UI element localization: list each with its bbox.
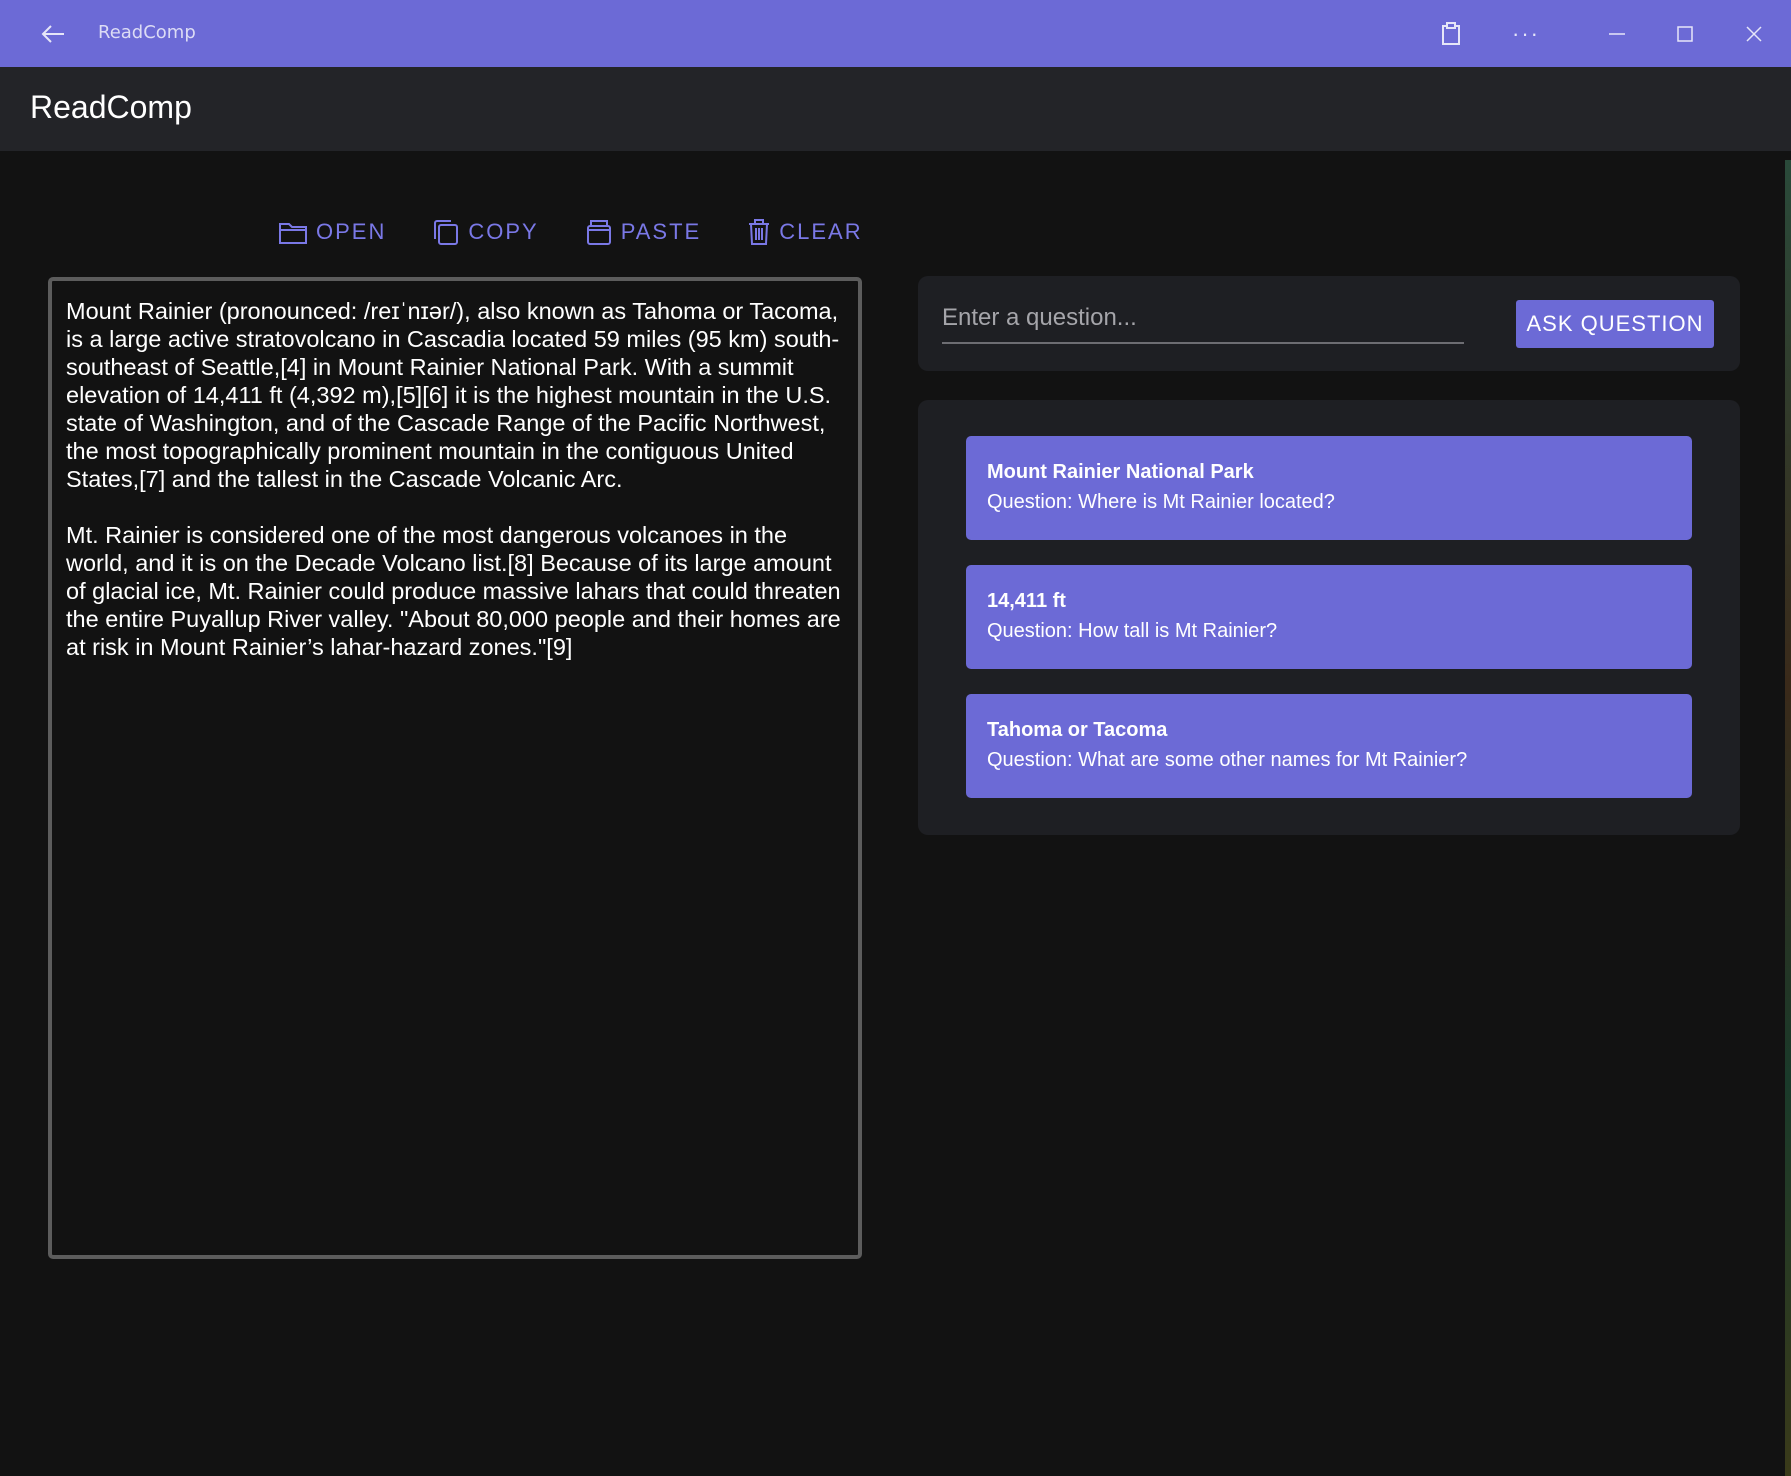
- answer-card[interactable]: Mount Rainier National Park Question: Wh…: [966, 436, 1692, 540]
- trash-icon: [749, 219, 770, 245]
- maximize-button[interactable]: [1665, 18, 1705, 50]
- copy-label: COPY: [468, 219, 539, 244]
- question-input[interactable]: [942, 296, 1464, 340]
- question-input-wrapper: [942, 296, 1464, 344]
- question-text: Question: Where is Mt Rainier located?: [987, 491, 1335, 513]
- app-header: ReadComp: [0, 67, 1791, 151]
- question-text: Question: How tall is Mt Rainier?: [987, 620, 1278, 642]
- clipboard-button[interactable]: [1431, 18, 1471, 50]
- question-panel: ASK QUESTION: [918, 276, 1740, 371]
- answer-card[interactable]: 14,411 ft Question: How tall is Mt Raini…: [966, 565, 1692, 669]
- title-bar: ReadComp ···: [0, 0, 1791, 67]
- more-label: ···: [1512, 21, 1540, 46]
- close-button[interactable]: [1734, 18, 1774, 50]
- passage-textbox[interactable]: Mount Rainier (pronounced: /reɪˈnɪər/), …: [48, 277, 862, 1259]
- minimize-button[interactable]: [1597, 18, 1637, 50]
- minimize-icon: [1609, 33, 1625, 35]
- folder-icon: [279, 223, 307, 244]
- paste-button[interactable]: PASTE: [585, 218, 702, 246]
- back-button[interactable]: [37, 18, 69, 50]
- answer-card[interactable]: Tahoma or Tacoma Question: What are some…: [966, 694, 1692, 798]
- app-window: ReadComp ··· ReadComp OPEN COPY PASTE CL…: [0, 0, 1791, 1476]
- paste-icon: [586, 220, 611, 245]
- open-label: OPEN: [316, 219, 387, 244]
- answer-text: Mount Rainier National Park: [987, 461, 1254, 483]
- window-edge: [1785, 160, 1791, 1476]
- copy-button[interactable]: COPY: [432, 218, 538, 246]
- more-options-button[interactable]: ···: [1506, 18, 1546, 50]
- arrow-left-icon: [41, 25, 64, 43]
- copy-icon: [434, 220, 459, 245]
- paste-label: PASTE: [620, 219, 702, 244]
- ask-question-button[interactable]: ASK QUESTION: [1516, 300, 1714, 348]
- passage-text: Mount Rainier (pronounced: /reɪˈnɪər/), …: [66, 298, 841, 660]
- clear-button[interactable]: CLEAR: [747, 218, 862, 246]
- toolbar: OPEN COPY PASTE CLEAR: [278, 212, 909, 252]
- answer-text: 14,411 ft: [987, 590, 1066, 612]
- close-icon: [1746, 26, 1762, 42]
- page-title: ReadComp: [30, 89, 192, 125]
- clear-label: CLEAR: [779, 219, 863, 244]
- open-button[interactable]: OPEN: [278, 219, 386, 245]
- clipboard-icon: [1442, 22, 1460, 45]
- answer-text: Tahoma or Tacoma: [987, 719, 1168, 741]
- maximize-icon: [1677, 26, 1693, 42]
- question-text: Question: What are some other names for …: [987, 749, 1468, 771]
- window-title: ReadComp: [98, 22, 196, 43]
- answers-panel: Mount Rainier National Park Question: Wh…: [918, 400, 1740, 835]
